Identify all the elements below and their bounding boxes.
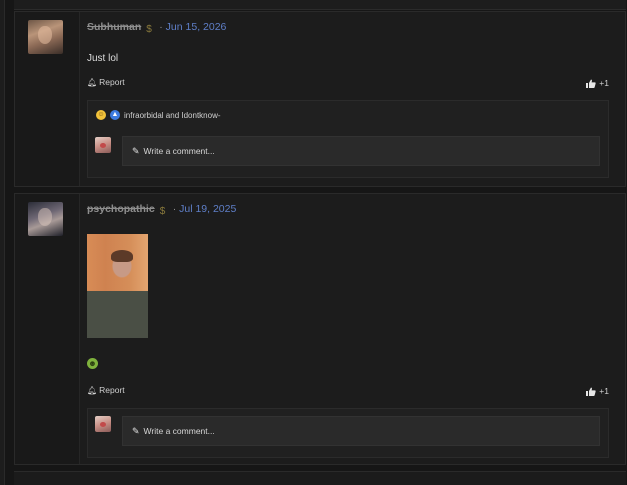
thread-page: Subhuman $ · Jun 15, 2026 Just lol 🔔︎ Repo… [0,0,627,485]
comment-placeholder: Write a comment... [143,426,215,436]
comment-placeholder: Write a comment... [143,146,215,156]
post-date-link[interactable]: Jul 19, 2025 [179,203,236,215]
post-header: psychopathic $ · Jul 19, 2025 [87,203,236,217]
next-post-top [14,471,626,485]
avatar[interactable] [28,20,63,54]
like-button[interactable]: +1 [586,386,609,396]
like-reaction-icon: ▲ [110,110,120,120]
dollar-badge-icon: $ [159,206,166,217]
thumbs-up-icon [586,79,597,88]
comment-section: ☺ ▲ infraorbidal and Idontknow- ✎ Write … [87,100,609,178]
post: Subhuman $ · Jun 15, 2026 Just lol 🔔︎ Repo… [14,11,626,187]
avatar[interactable] [28,202,63,236]
current-user-avatar [95,416,111,432]
pencil-icon: ✎ [132,425,140,436]
laugh-reaction-icon: ☺ [96,110,106,120]
dollar-badge-icon: $ [146,24,152,35]
left-edge-divider [0,0,5,485]
report-button[interactable]: 🔔︎ Report [87,385,125,395]
separator: · [172,203,177,215]
post-user-column [15,12,80,186]
post-body: Just lol [87,53,119,64]
previous-post-bottom [14,0,626,10]
comment-section: ✎ Write a comment... [87,408,609,458]
bell-icon: 🔔︎ [87,77,98,87]
emoji-icon: ☻ [87,358,98,369]
reactions-summary[interactable]: ☺ ▲ infraorbidal and Idontknow- [96,110,221,120]
separator: · [159,21,163,33]
post-content: psychopathic $ · Jul 19, 2025 ☻ 🔔︎ Report … [87,194,617,464]
report-label: Report [99,77,125,87]
post-user-column [15,194,80,464]
pencil-icon: ✎ [132,145,140,156]
username-link[interactable]: psychopathic [87,203,155,215]
post-date-link[interactable]: Jun 15, 2026 [166,21,227,33]
write-comment-input[interactable]: ✎ Write a comment... [122,136,600,166]
like-count: +1 [599,386,609,396]
report-label: Report [99,385,125,395]
like-button[interactable]: +1 [586,78,609,88]
write-comment-input[interactable]: ✎ Write a comment... [122,416,600,446]
post-header: Subhuman $ · Jun 15, 2026 [87,21,226,35]
post: psychopathic $ · Jul 19, 2025 ☻ 🔔︎ Report … [14,193,626,465]
post-image[interactable] [87,234,148,338]
post-content: Subhuman $ · Jun 15, 2026 Just lol 🔔︎ Repo… [87,12,617,186]
thumbs-up-icon [586,387,597,396]
current-user-avatar [95,137,111,153]
username-link[interactable]: Subhuman [87,21,141,33]
bell-icon: 🔔︎ [87,385,98,395]
reactions-users: infraorbidal and Idontknow- [124,110,221,120]
like-count: +1 [599,78,609,88]
report-button[interactable]: 🔔︎ Report [87,77,125,87]
